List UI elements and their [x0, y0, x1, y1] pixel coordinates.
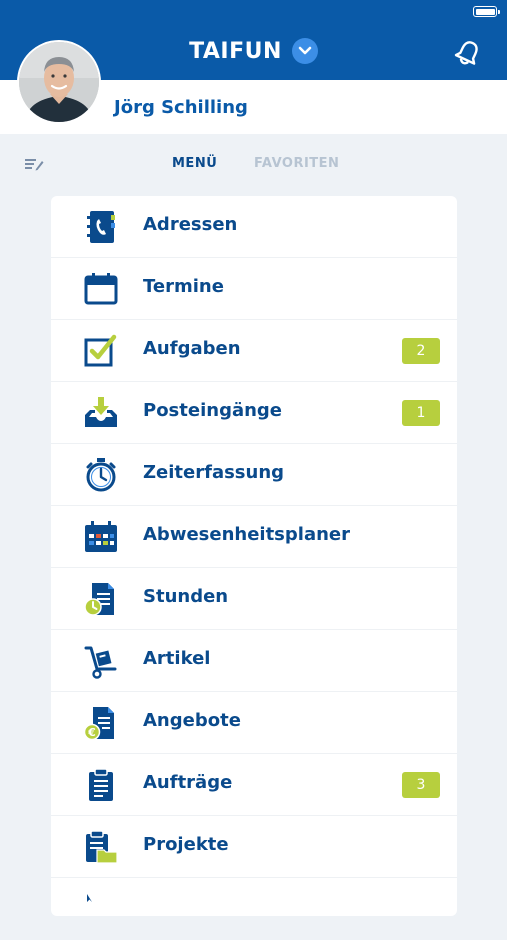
app-title: TAIFUN — [189, 38, 282, 64]
bell-icon[interactable] — [453, 38, 483, 68]
user-name: Jörg Schilling — [114, 97, 248, 118]
tab-favoriten[interactable]: FAVORITEN — [254, 156, 339, 171]
document-clock-icon — [84, 583, 114, 616]
avatar[interactable] — [19, 42, 99, 122]
menu-list: Adressen Termine Aufgaben 2 Posteingänge… — [51, 196, 457, 916]
edit-list-icon[interactable] — [24, 156, 44, 172]
menu-item-label: Artikel — [143, 648, 211, 669]
count-badge: 3 — [402, 772, 440, 798]
hand-truck-icon — [84, 646, 117, 679]
svg-text:€: € — [87, 726, 96, 739]
calendar-icon — [84, 273, 118, 305]
chevron-down-icon[interactable] — [291, 38, 318, 64]
menu-item-zeiterfassung[interactable]: Zeiterfassung — [51, 444, 457, 506]
menu-item-posteingaenge[interactable]: Posteingänge 1 — [51, 382, 457, 444]
stopwatch-icon — [86, 458, 116, 492]
menu-item-label: Termine — [143, 276, 224, 297]
menu-item-artikel[interactable]: Artikel — [51, 630, 457, 692]
cursor-icon — [87, 894, 92, 902]
user-avatar-image — [19, 42, 99, 122]
menu-item-label: Aufgaben — [143, 338, 241, 359]
count-badge: 1 — [402, 400, 440, 426]
menu-item-label: Angebote — [143, 710, 241, 731]
count-badge: 2 — [402, 338, 440, 364]
menu-item-termine[interactable]: Termine — [51, 258, 457, 320]
menu-item-label: Posteingänge — [143, 400, 283, 421]
menu-item-angebote[interactable]: € Angebote — [51, 692, 457, 754]
document-euro-icon: € — [83, 707, 114, 741]
menu-item-label: Aufträge — [143, 772, 233, 793]
tab-bar: MENÜ FAVORITEN — [0, 134, 507, 194]
menu-item-label: Abwesenheitsplaner — [143, 524, 350, 545]
menu-item-label: Stunden — [143, 586, 229, 607]
address-book-icon — [87, 211, 115, 243]
menu-item-label: Zeiterfassung — [143, 462, 285, 483]
menu-item-label: Adressen — [143, 214, 238, 235]
menu-item-stunden[interactable]: Stunden — [51, 568, 457, 630]
planner-calendar-icon — [85, 521, 117, 552]
battery-icon — [473, 6, 500, 17]
menu-item-auftraege[interactable]: Aufträge 3 — [51, 754, 457, 816]
tab-menu[interactable]: MENÜ — [172, 156, 217, 171]
menu-item-abwesenheitsplaner[interactable]: Abwesenheitsplaner — [51, 506, 457, 568]
menu-item-adressen[interactable]: Adressen — [51, 196, 457, 258]
clipboard-icon — [89, 768, 113, 801]
menu-item-projekte[interactable]: Projekte — [51, 816, 457, 878]
clipboard-folder-icon — [86, 830, 118, 864]
checkbox-icon — [84, 334, 117, 367]
menu-item-label: Projekte — [143, 834, 229, 855]
menu-item-partial[interactable] — [51, 878, 457, 940]
menu-item-aufgaben[interactable]: Aufgaben 2 — [51, 320, 457, 382]
inbox-download-icon — [85, 397, 117, 427]
